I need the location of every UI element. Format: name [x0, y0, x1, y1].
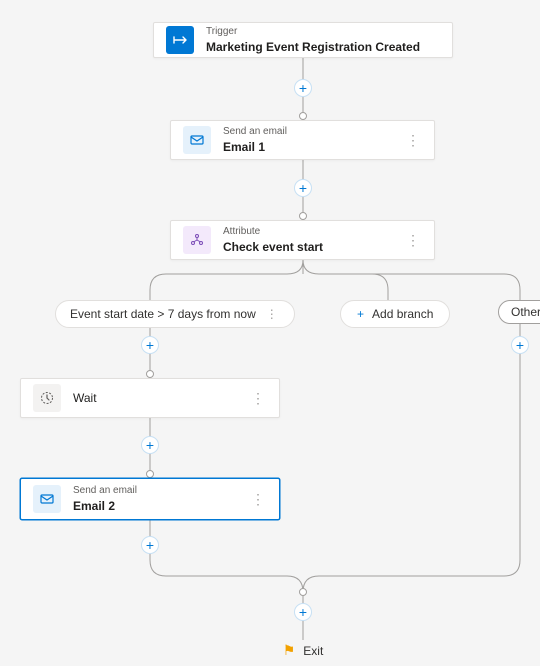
add-step-button[interactable]: + [141, 436, 159, 454]
wait-icon [33, 384, 61, 412]
attribute-label: Attribute [223, 226, 392, 238]
email-icon [33, 485, 61, 513]
connector-dot [299, 212, 307, 220]
trigger-icon [166, 26, 194, 54]
exit-marker: ⚑ Exit [283, 642, 324, 659]
add-step-button[interactable]: + [511, 336, 529, 354]
plus-icon: + [357, 307, 364, 321]
trigger-title: Marketing Event Registration Created [206, 40, 440, 54]
email1-more-button[interactable]: ⋮ [404, 132, 422, 149]
add-branch-text: Add branch [372, 307, 433, 321]
email1-node[interactable]: Send an email Email 1 ⋮ [170, 120, 435, 160]
attribute-title: Check event start [223, 240, 392, 254]
add-step-button[interactable]: + [294, 179, 312, 197]
wait-node[interactable]: Wait ⋮ [20, 378, 280, 418]
email2-label: Send an email [73, 485, 237, 497]
connector-dot [146, 370, 154, 378]
email2-title: Email 2 [73, 499, 237, 513]
add-step-button[interactable]: + [294, 603, 312, 621]
trigger-node[interactable]: Trigger Marketing Event Registration Cre… [153, 22, 453, 58]
email2-node[interactable]: Send an email Email 2 ⋮ [20, 478, 280, 520]
other-text: Other [511, 305, 540, 319]
add-branch-button[interactable]: + Add branch [340, 300, 450, 328]
condition-pill[interactable]: Event start date > 7 days from now ⋮ [55, 300, 295, 328]
email1-title: Email 1 [223, 140, 392, 154]
email1-label: Send an email [223, 126, 392, 138]
condition-text: Event start date > 7 days from now [70, 307, 256, 321]
condition-more-button[interactable]: ⋮ [264, 307, 280, 321]
flag-icon: ⚑ [283, 642, 296, 659]
wait-more-button[interactable]: ⋮ [249, 390, 267, 407]
trigger-label: Trigger [206, 26, 440, 38]
connector-lines [0, 0, 540, 666]
email-icon [183, 126, 211, 154]
connector-dot [146, 470, 154, 478]
email2-more-button[interactable]: ⋮ [249, 491, 267, 508]
add-step-button[interactable]: + [294, 79, 312, 97]
attribute-node[interactable]: Attribute Check event start ⋮ [170, 220, 435, 260]
add-step-button[interactable]: + [141, 336, 159, 354]
add-step-button[interactable]: + [141, 536, 159, 554]
wait-title: Wait [73, 391, 237, 405]
connector-dot [299, 112, 307, 120]
connector-dot [299, 588, 307, 596]
attribute-icon [183, 226, 211, 254]
attribute-more-button[interactable]: ⋮ [404, 232, 422, 249]
exit-text: Exit [303, 644, 323, 658]
other-branch-pill[interactable]: Other [498, 300, 540, 324]
